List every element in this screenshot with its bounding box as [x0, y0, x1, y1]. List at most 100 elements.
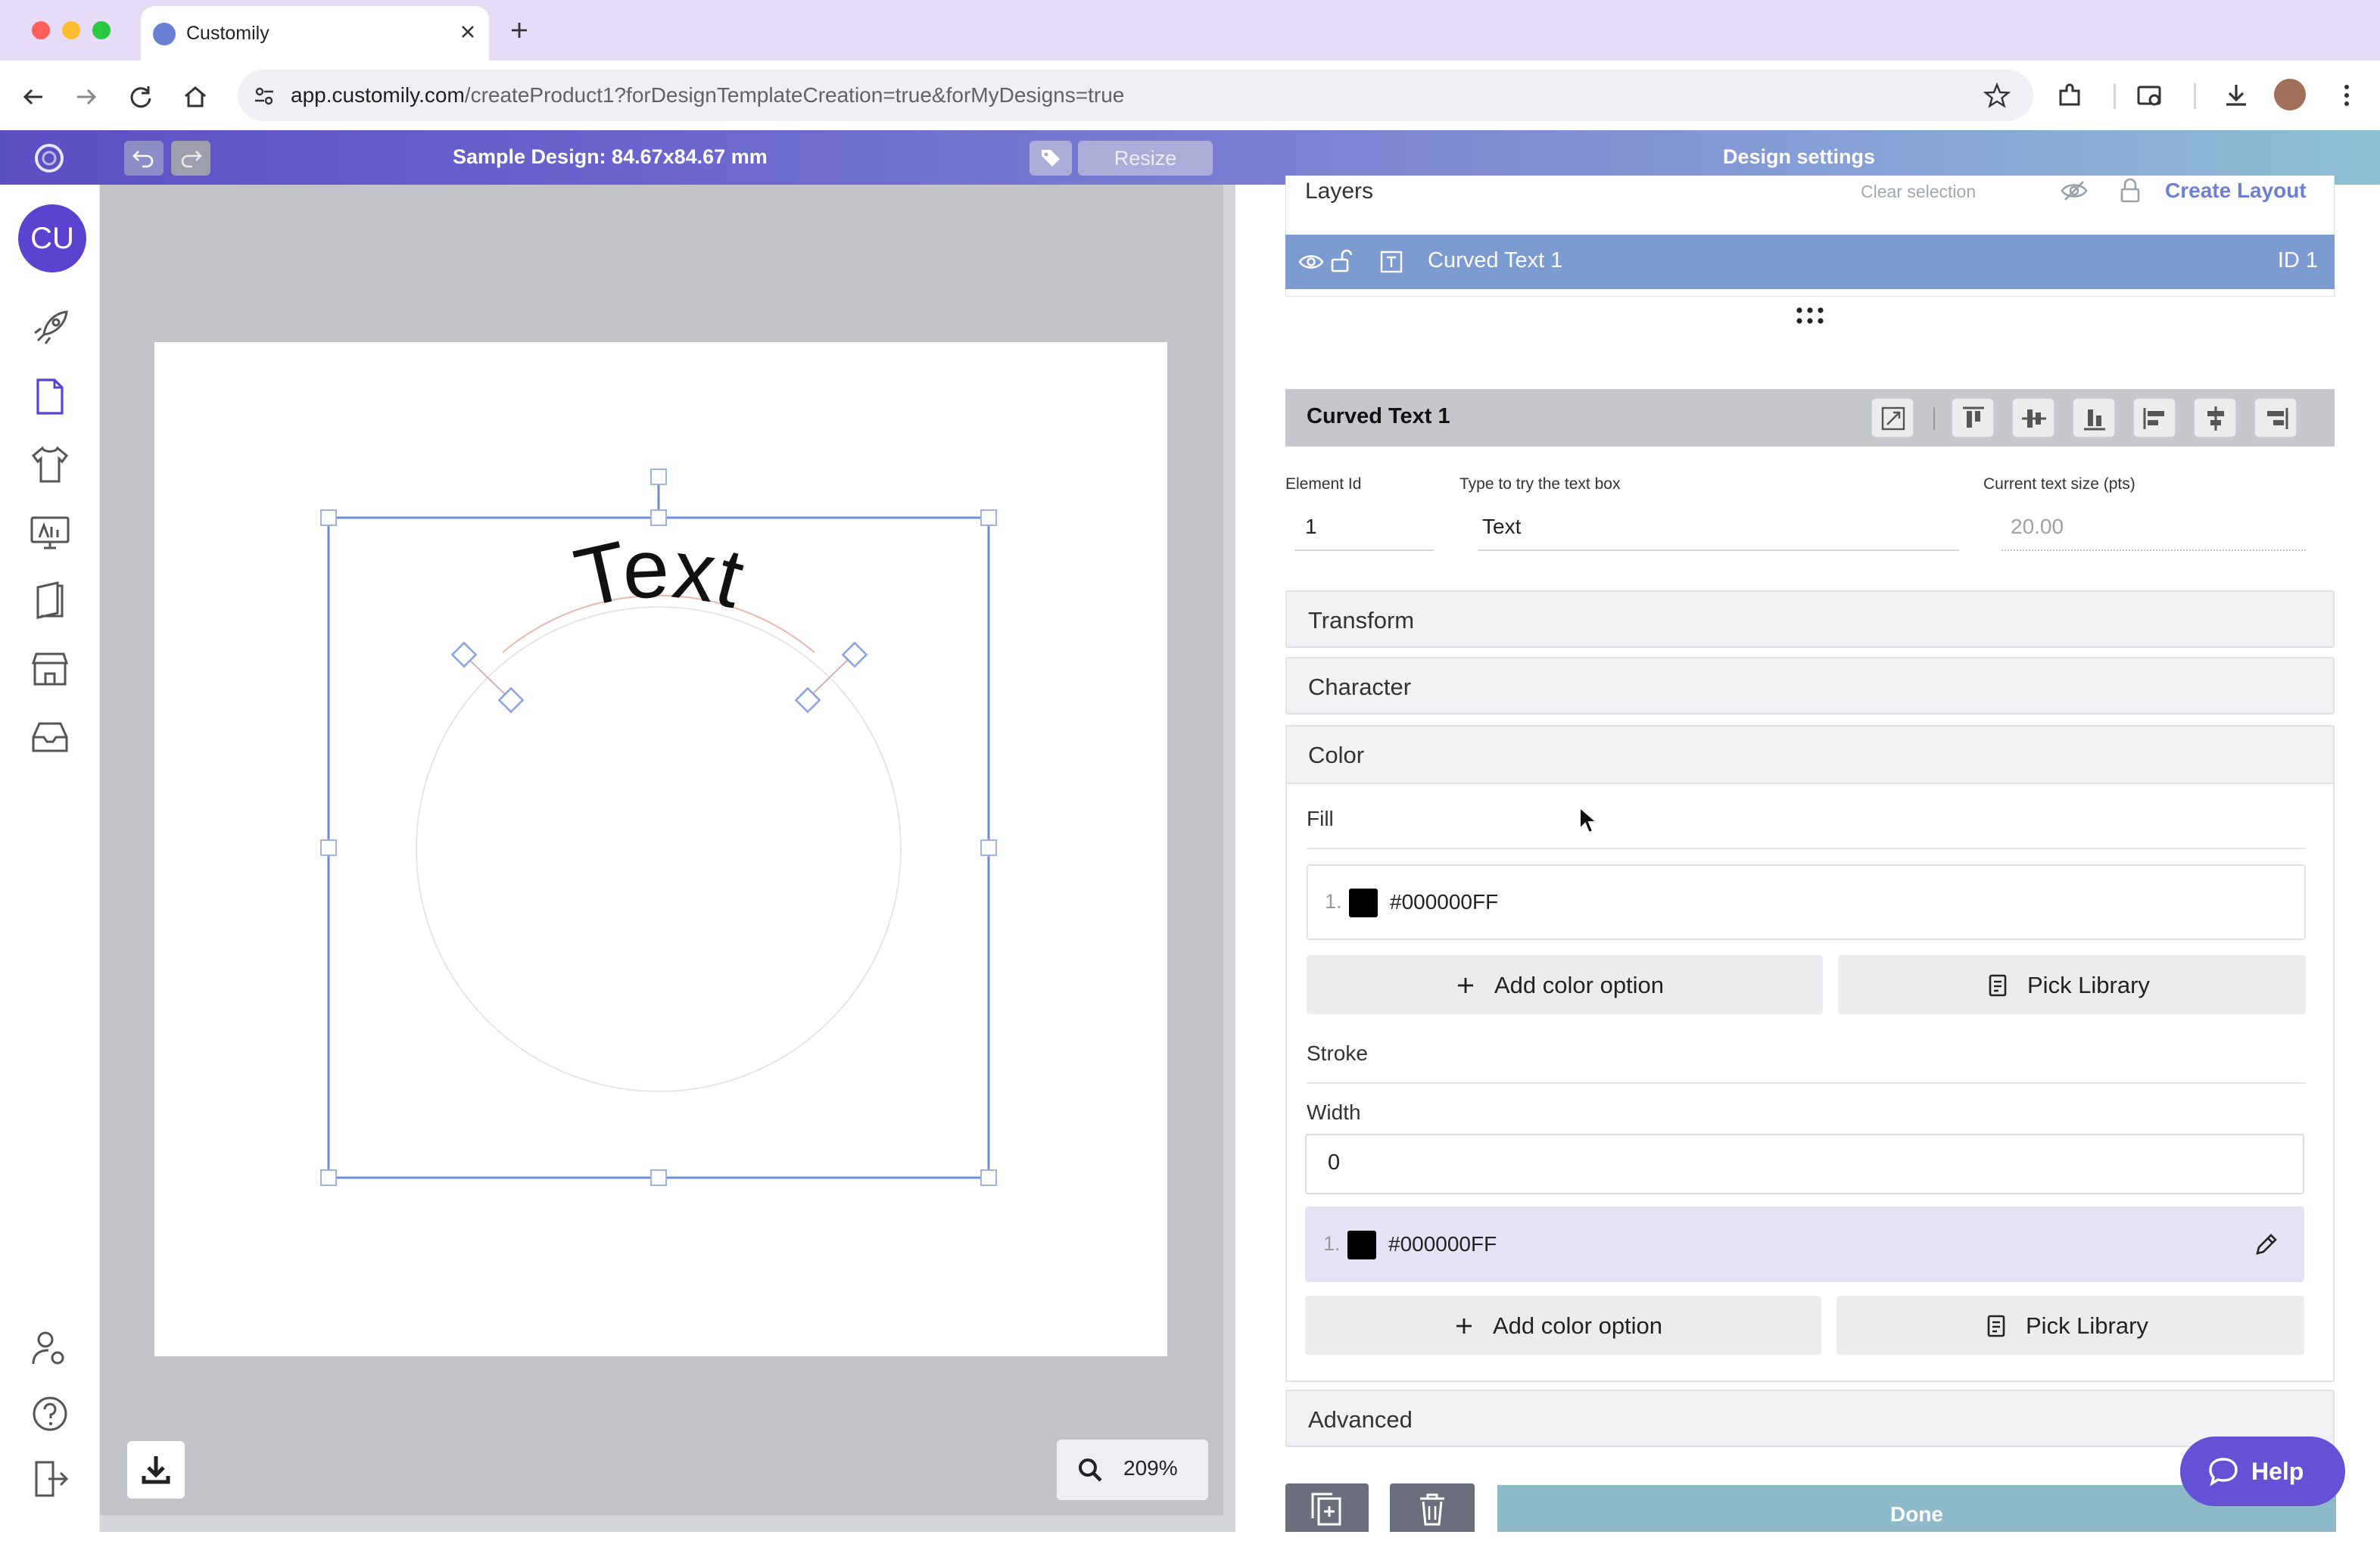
close-window-button[interactable]: [32, 21, 50, 39]
tshirt-icon[interactable]: [27, 442, 73, 487]
align-middle-icon[interactable]: [2012, 398, 2054, 437]
add-fill-color-button[interactable]: Add color option: [1307, 955, 1823, 1014]
design-settings-title: Design settings: [1723, 145, 1876, 168]
align-left-icon[interactable]: [2133, 398, 2176, 437]
minimize-window-button[interactable]: [62, 21, 80, 39]
library-icon: [1989, 974, 2007, 997]
extensions-icon[interactable]: [2054, 80, 2085, 111]
panel-divider: [1226, 185, 1235, 1532]
browser-menu-icon[interactable]: [2332, 80, 2362, 111]
forward-icon[interactable]: [71, 82, 101, 112]
url-host: app.customily.com: [291, 83, 465, 107]
artboard[interactable]: Text: [154, 342, 1167, 1356]
transform-section[interactable]: Transform: [1285, 590, 2335, 648]
stroke-width-input[interactable]: 0: [1305, 1134, 2304, 1194]
site-settings-icon[interactable]: [253, 85, 276, 107]
advanced-section[interactable]: Advanced: [1285, 1390, 2335, 1447]
user-settings-icon[interactable]: [27, 1326, 73, 1371]
text-box-label: Type to try the text box: [1459, 475, 1621, 493]
text-size-input: 20.00: [2002, 512, 2306, 551]
element-id-label: Element Id: [1285, 475, 1362, 493]
clear-selection-link[interactable]: Clear selection: [1861, 182, 1976, 202]
align-bottom-icon[interactable]: [2073, 398, 2115, 437]
logout-icon[interactable]: [27, 1456, 73, 1502]
customily-logo-icon: [33, 142, 65, 174]
toolbar-divider: [2194, 83, 2196, 109]
resize-button[interactable]: Resize: [1078, 141, 1213, 176]
help-button[interactable]: Help: [2180, 1437, 2345, 1506]
lock-all-icon[interactable]: [2117, 176, 2144, 206]
pick-library-label: Pick Library: [2026, 1312, 2148, 1339]
downloads-icon[interactable]: [2221, 80, 2251, 111]
chat-bubble-icon: [2209, 1458, 2238, 1486]
browser-toolbar: app.customily.com/createProduct1?forDesi…: [0, 61, 2380, 130]
color-section: Color Fill 1. #000000FF Add color option…: [1285, 725, 2335, 1382]
element-id-input[interactable]: 1: [1294, 512, 1434, 551]
color-section-header[interactable]: Color: [1287, 727, 2333, 784]
stroke-color-swatch[interactable]: [1347, 1231, 1376, 1259]
browser-tab[interactable]: Customily: [141, 6, 489, 61]
color-section-title: Color: [1308, 742, 1365, 768]
document-icon[interactable]: [27, 374, 73, 419]
download-button[interactable]: [127, 1441, 185, 1499]
store-icon[interactable]: [27, 646, 73, 692]
text-box-input[interactable]: Text: [1478, 512, 1959, 551]
fill-divider: [1307, 848, 2306, 849]
mouse-cursor-icon: [1578, 805, 1599, 836]
rocket-icon[interactable]: [27, 306, 73, 351]
design-title: Sample Design: 84.67x84.67 mm: [453, 145, 768, 168]
close-tab-icon[interactable]: [456, 20, 480, 44]
inbox-icon[interactable]: [27, 714, 73, 760]
drag-handle-icon[interactable]: [1791, 304, 1829, 327]
plus-icon: [1456, 1318, 1472, 1334]
align-center-icon[interactable]: [2194, 398, 2236, 437]
add-color-option-label: Add color option: [1494, 972, 1665, 998]
book-icon[interactable]: [27, 578, 73, 624]
pick-fill-library-button[interactable]: Pick Library: [1838, 955, 2306, 1014]
address-bar[interactable]: app.customily.com/createProduct1?forDesi…: [238, 70, 2033, 121]
delete-button[interactable]: [1390, 1483, 1475, 1532]
redo-button[interactable]: [171, 141, 210, 176]
layers-title: Layers: [1305, 179, 1374, 204]
duplicate-button[interactable]: [1285, 1483, 1369, 1532]
user-avatar[interactable]: CU: [18, 204, 86, 272]
align-right-icon[interactable]: [2254, 398, 2297, 437]
transform-section-title: Transform: [1308, 607, 1415, 633]
fill-color-swatch[interactable]: [1349, 889, 1378, 917]
undo-button[interactable]: [124, 141, 164, 176]
stroke-label: Stroke: [1307, 1041, 1368, 1065]
layer-row[interactable]: Curved Text 1 ID 1: [1285, 235, 2335, 289]
new-tab-icon[interactable]: [506, 17, 533, 44]
reload-icon[interactable]: [126, 82, 156, 112]
tag-button[interactable]: [1030, 141, 1072, 176]
maximize-window-button[interactable]: [92, 21, 111, 39]
home-icon[interactable]: [180, 82, 210, 112]
back-icon[interactable]: [18, 82, 48, 112]
stroke-option-index: 1.: [1323, 1232, 1341, 1255]
pick-stroke-library-button[interactable]: Pick Library: [1836, 1296, 2304, 1355]
help-label: Help: [2251, 1458, 2304, 1485]
customily-favicon-icon: [153, 23, 176, 45]
add-stroke-color-button[interactable]: Add color option: [1305, 1296, 1821, 1355]
text-size-label: Current text size (pts): [1983, 475, 2135, 493]
tab-search-icon[interactable]: [2135, 80, 2165, 111]
unlock-icon[interactable]: [1329, 247, 1352, 275]
create-layout-link[interactable]: Create Layout: [2165, 179, 2307, 203]
canvas-horizontal-scrollbar[interactable]: [100, 1515, 1226, 1532]
fill-color-option[interactable]: 1. #000000FF: [1307, 864, 2306, 940]
curved-text-element[interactable]: Text: [154, 342, 1167, 1356]
monitor-design-icon[interactable]: [27, 510, 73, 556]
align-top-icon[interactable]: [1952, 398, 1994, 437]
stroke-color-option[interactable]: 1. #000000FF: [1305, 1206, 2304, 1282]
edit-pencil-icon[interactable]: [2251, 1231, 2280, 1259]
bookmark-star-icon[interactable]: [1983, 82, 2011, 109]
design-canvas-area[interactable]: Text: [100, 185, 1238, 1532]
fit-to-canvas-button[interactable]: [1871, 398, 1914, 437]
profile-avatar[interactable]: [2274, 79, 2306, 111]
hide-all-icon[interactable]: [2059, 176, 2089, 206]
fill-option-index: 1.: [1325, 890, 1342, 913]
help-circle-icon[interactable]: [27, 1391, 73, 1437]
visibility-eye-icon[interactable]: [1297, 250, 1325, 274]
zoom-control[interactable]: 209%: [1057, 1440, 1208, 1500]
character-section[interactable]: Character: [1285, 657, 2335, 714]
